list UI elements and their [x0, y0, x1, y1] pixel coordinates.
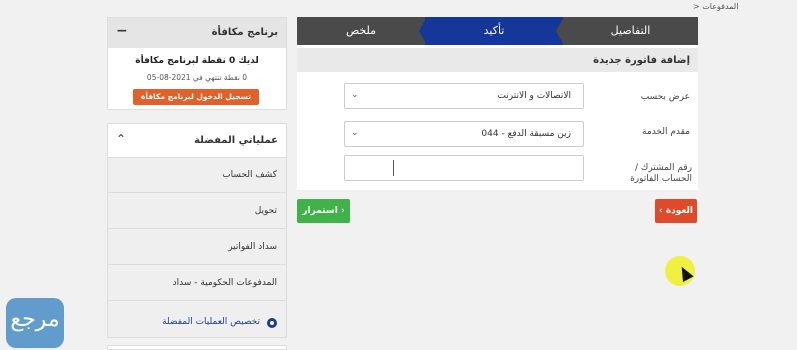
favorites-panel: ⌃ عملياتي المفضلة كشف الحساب تحويل سداد … — [107, 123, 287, 338]
customize-favorites-label: تخصيص العمليات المفضلة — [162, 317, 260, 327]
rewards-points: لديك 0 نقطة لبرنامج مكافأة — [135, 56, 259, 66]
watermark-logo: مرجع — [6, 298, 64, 348]
step-divider — [419, 17, 427, 45]
favorite-item-label: المدفوعات الحكومية - سداد — [172, 278, 277, 288]
account-number-label: رقم المشترك / الحساب الفاتورة — [630, 163, 692, 184]
step-summary[interactable]: ملخص — [297, 17, 425, 45]
favorite-item-label: سداد الفواتير — [228, 242, 277, 252]
account-number-input[interactable] — [344, 155, 584, 181]
provider-label: مقدم الخدمة — [642, 127, 690, 137]
favorite-item-statement[interactable]: كشف الحساب — [108, 158, 286, 193]
rewards-panel: − برنامج مكافأة لديك 0 نقطة لبرنامج مكاف… — [107, 17, 287, 110]
view-by-value: الاتصالات و الانترنت — [497, 91, 571, 101]
customize-favorites-link[interactable]: تخصيص العمليات المفضلة — [108, 310, 286, 338]
back-button[interactable]: ‹ العودة — [655, 199, 697, 223]
sidebar-next-panel — [107, 345, 287, 350]
collapse-icon[interactable]: − — [116, 23, 128, 39]
step-details[interactable]: التفاصيل — [563, 17, 698, 45]
step-confirm[interactable]: تأكيد — [425, 17, 563, 45]
favorite-item-government-payments[interactable]: المدفوعات الحكومية - سداد — [108, 266, 286, 301]
wizard-steps: ملخص تأكيد التفاصيل — [297, 17, 698, 45]
chevron-down-icon: ⌄ — [351, 128, 359, 138]
form-header: إضافة فاتورة جديدة — [297, 48, 698, 72]
chevron-right-icon: › — [340, 206, 345, 216]
breadcrumb[interactable]: > المدفوعات — [693, 2, 738, 11]
rewards-header[interactable]: − برنامج مكافأة — [108, 18, 286, 48]
view-by-label: عرض بحسب — [640, 92, 690, 102]
new-bill-form: إضافة فاتورة جديدة عرض بحسب الاتصالات و … — [297, 45, 698, 190]
favorites-title: عملياتي المفضلة — [194, 135, 278, 146]
rewards-title: برنامج مكافأة — [211, 27, 278, 38]
view-by-select[interactable]: الاتصالات و الانترنت ⌄ — [344, 83, 584, 109]
text-cursor — [393, 160, 394, 176]
form-title: إضافة فاتورة جديدة — [593, 55, 690, 66]
favorites-header[interactable]: ⌃ عملياتي المفضلة — [108, 124, 286, 158]
favorite-item-label: كشف الحساب — [222, 170, 277, 180]
favorite-item-bill-payment[interactable]: سداد الفواتير — [108, 230, 286, 265]
logo-glyph: مرجع — [10, 307, 60, 332]
chevron-left-icon: ‹ — [659, 206, 663, 216]
rewards-register-button[interactable]: تسجيل الدخول لبرنامج مكافأة — [133, 89, 259, 105]
chevron-down-icon: ⌄ — [351, 90, 359, 100]
favorite-item-transfer[interactable]: تحويل — [108, 194, 286, 229]
step-divider — [556, 17, 564, 45]
provider-select[interactable]: زين مسبقة الدفع - 044 ⌄ — [344, 121, 584, 147]
favorite-item-label: تحويل — [254, 206, 277, 216]
chevron-up-icon[interactable]: ⌃ — [116, 132, 126, 146]
rewards-expiry: 0 نقطة تنتهي في 2021-08-05 — [146, 73, 248, 82]
back-label: العودة — [665, 206, 693, 216]
continue-label: استمرار — [302, 206, 338, 216]
provider-value: زين مسبقة الدفع - 044 — [481, 129, 571, 139]
gear-icon — [267, 318, 277, 328]
continue-button[interactable]: استمرار › — [297, 199, 350, 223]
